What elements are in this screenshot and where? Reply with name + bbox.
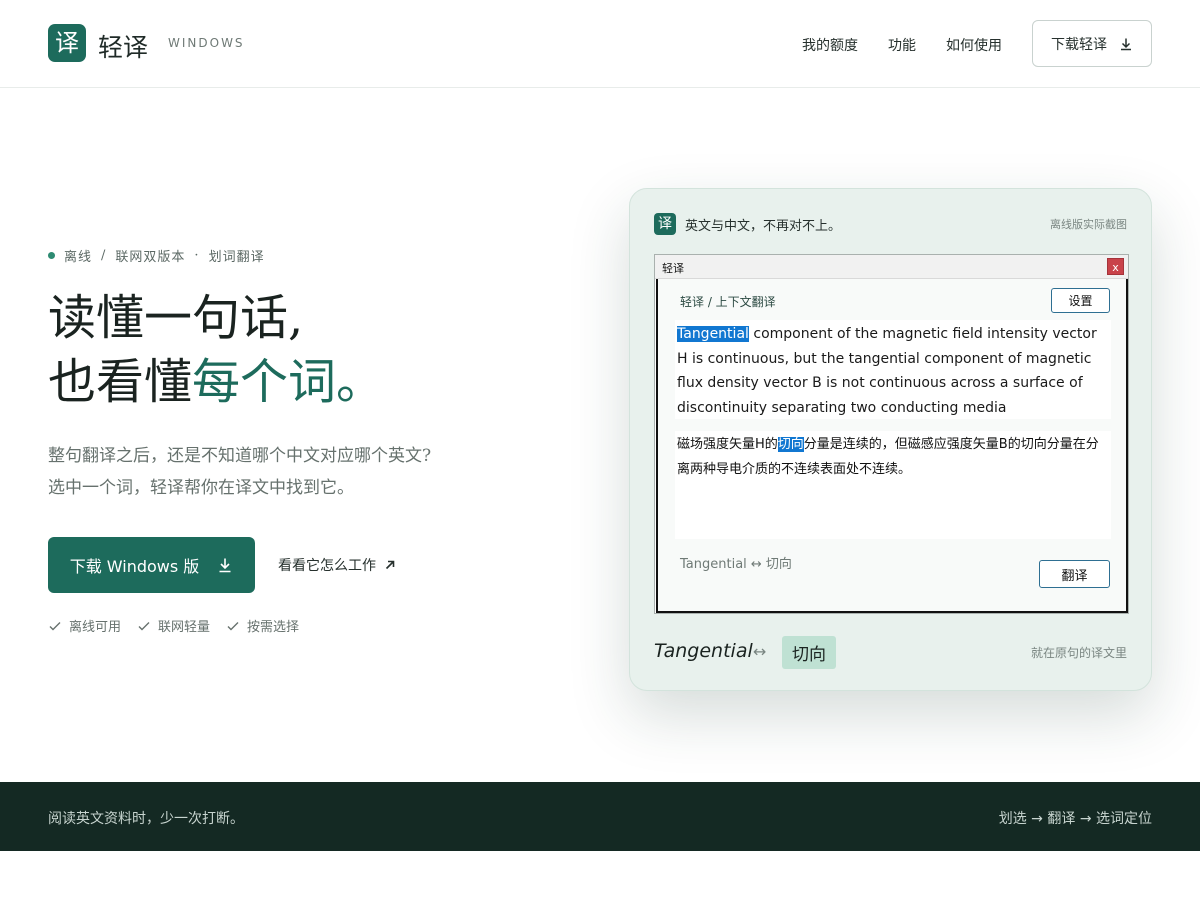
target-text-box[interactable]: 磁场强度矢量H的切向分量是连续的，但磁感应强度矢量B的切向分量在分离两种导电介质…	[675, 431, 1111, 539]
window-close-icon[interactable]: x	[1107, 258, 1124, 275]
window-title: 轻译	[662, 262, 684, 275]
eyebrow-slash: /	[101, 248, 107, 263]
window-body: 轻译 / 上下文翻译 设置 Tangential component of th…	[656, 279, 1128, 613]
hero-description-line-2: 选中一个词，轻译帮你在译文中找到它。	[48, 478, 354, 498]
window-titlebar: 轻译 x	[655, 255, 1128, 279]
download-windows-button[interactable]: 下载 Windows 版	[48, 537, 255, 593]
brand-name[interactable]: 轻译	[98, 28, 148, 64]
check-icon	[227, 621, 239, 630]
headline-line-1: 读懂一句话,	[48, 290, 304, 346]
footer-workflow: 划选 → 翻译 → 选词定位	[998, 811, 1152, 827]
nav-features[interactable]: 功能	[888, 35, 916, 55]
hero-description-line-1: 整句翻译之后，还是不知道哪个中文对应哪个英文?	[48, 446, 432, 466]
check-label: 联网轻量	[158, 620, 211, 635]
check-icon	[138, 621, 150, 630]
status-dot-icon	[48, 252, 55, 259]
top-header: 译 轻译 WINDOWS 我的额度 功能 如何使用 下载轻译	[0, 0, 1200, 88]
how-it-works-link[interactable]: 看看它怎么工作	[278, 555, 396, 575]
feature-checks: 离线可用 联网轻量 按需选择	[48, 616, 299, 635]
nav-how-to-use[interactable]: 如何使用	[946, 35, 1002, 55]
eyebrow-select: 划词翻译	[208, 250, 265, 265]
target-highlight: 切向	[777, 437, 804, 452]
preview-card: 译 英文与中文，不再对不上。 离线版实际截图 轻译 x 轻译 / 上下文翻译 设…	[629, 188, 1152, 691]
translate-button[interactable]: 翻译	[1039, 560, 1110, 588]
headline-line-2-accent: 每个词	[192, 354, 337, 410]
eyebrow-dot: ·	[194, 248, 200, 263]
app-window-screenshot: 轻译 x 轻译 / 上下文翻译 设置 Tangential component …	[654, 254, 1129, 614]
target-text-before: 磁场强度矢量H的	[677, 437, 778, 452]
eyebrow-dual: 联网双版本	[115, 250, 186, 265]
footer-slogan: 阅读英文资料时，少一次打断。	[48, 811, 244, 827]
download-windows-label: 下载 Windows 版	[69, 557, 200, 576]
check-item-choice: 按需选择	[226, 616, 299, 635]
headline-line-2-plain: 也看懂	[48, 354, 193, 410]
word-pair-label: Tangential ↔ 切向	[680, 557, 792, 572]
check-item-offline: 离线可用	[48, 616, 121, 635]
source-highlight: Tangential	[677, 326, 749, 342]
logo-mark[interactable]: 译	[48, 24, 86, 62]
hero-headline: 读懂一句话, 也看懂每个词。	[48, 286, 384, 414]
check-label: 按需选择	[247, 620, 300, 635]
nav-my-quota[interactable]: 我的额度	[802, 35, 858, 55]
card-logo: 译	[654, 213, 676, 235]
source-text-box[interactable]: Tangential component of the magnetic fie…	[675, 320, 1111, 419]
headline-line-2-end: 。	[336, 354, 385, 410]
check-item-online: 联网轻量	[137, 616, 210, 635]
card-caption: 就在原句的译文里	[1030, 646, 1127, 660]
pair-chinese-word: 切向	[782, 636, 836, 669]
brand-platform: WINDOWS	[168, 36, 245, 50]
how-it-works-label: 看看它怎么工作	[278, 558, 376, 574]
settings-button[interactable]: 设置	[1051, 288, 1110, 313]
eyebrow-offline: 离线	[64, 250, 93, 265]
pair-arrow-icon: ↔	[753, 642, 767, 661]
hero-description: 整句翻译之后，还是不知道哪个中文对应哪个英文? 选中一个词，轻译帮你在译文中找到…	[48, 440, 431, 504]
download-icon	[1121, 38, 1131, 50]
download-icon	[219, 558, 231, 573]
arrow-up-right-icon	[385, 560, 395, 570]
hero-eyebrow: 离线 / 联网双版本 · 划词翻译	[48, 246, 265, 265]
header-download-label: 下载轻译	[1051, 36, 1107, 53]
window-breadcrumb: 轻译 / 上下文翻译	[680, 295, 776, 309]
card-tagline: 英文与中文，不再对不上。	[685, 219, 842, 234]
check-icon	[49, 621, 61, 630]
card-screenshot-note: 离线版实际截图	[1050, 218, 1127, 231]
check-label: 离线可用	[69, 620, 122, 635]
header-download-button[interactable]: 下载轻译	[1032, 20, 1152, 67]
footer-strip: 阅读英文资料时，少一次打断。 划选 → 翻译 → 选词定位	[0, 782, 1200, 851]
pair-english-word: Tangential	[654, 640, 753, 662]
